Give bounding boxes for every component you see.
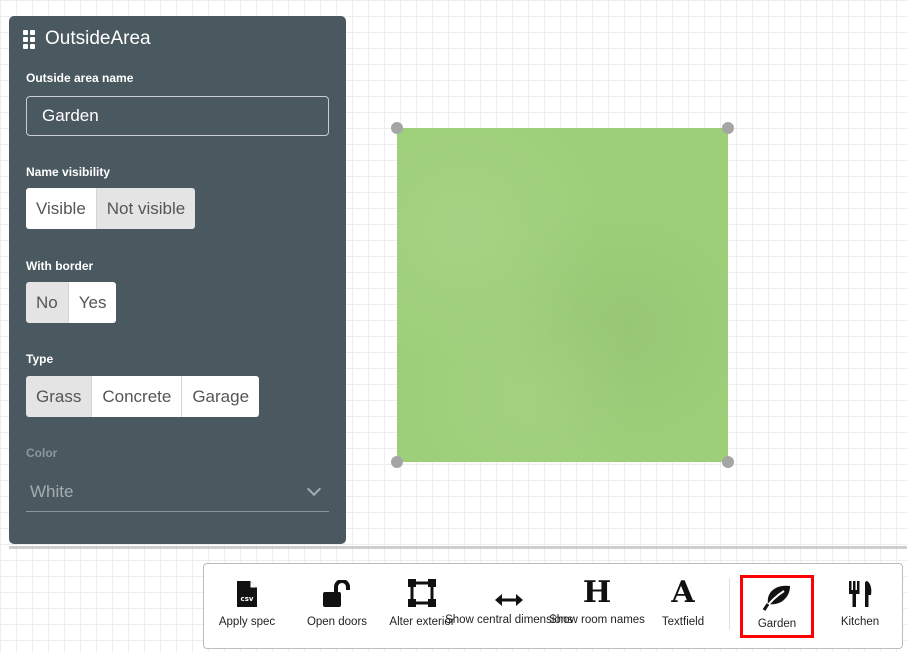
- outside-area-panel: OutsideArea Outside area name Name visib…: [9, 16, 346, 544]
- border-toggle: No Yes: [26, 282, 117, 323]
- type-concrete-button[interactable]: Concrete: [92, 376, 183, 417]
- type-label: Type: [26, 352, 54, 366]
- garden-button[interactable]: Garden: [740, 575, 814, 638]
- resize-handle-top-right[interactable]: [722, 122, 734, 134]
- garden-label: Garden: [757, 618, 797, 630]
- apply-spec-button[interactable]: csv Apply spec: [212, 564, 282, 648]
- leaf-icon: [762, 584, 792, 612]
- bottom-toolbar: csv Apply spec Open doors Alter exterior: [203, 563, 903, 649]
- drag-handle-icon[interactable]: [23, 29, 35, 49]
- color-select-value: White: [30, 481, 74, 501]
- garden-area-shape[interactable]: [397, 128, 728, 462]
- visibility-visible-button[interactable]: Visible: [26, 188, 97, 229]
- alter-exterior-button[interactable]: Alter exterior: [384, 564, 460, 648]
- textfield-button[interactable]: A Textfield: [652, 564, 714, 648]
- visibility-label: Name visibility: [26, 165, 111, 179]
- fork-knife-icon: [847, 568, 873, 608]
- resize-handle-bottom-left[interactable]: [391, 456, 403, 468]
- border-yes-button[interactable]: Yes: [68, 282, 117, 323]
- canvas-divider: [9, 546, 907, 549]
- svg-text:csv: csv: [241, 595, 254, 603]
- letter-a-icon: A: [671, 575, 695, 610]
- type-garage-button[interactable]: Garage: [182, 376, 260, 417]
- unlocked-padlock-icon: [322, 568, 352, 608]
- border-label: With border: [26, 259, 94, 273]
- show-room-names-label: Show room names: [549, 614, 645, 626]
- type-toggle: Grass Concrete Garage: [26, 376, 260, 417]
- textfield-label: Textfield: [661, 616, 705, 628]
- resize-handle-bottom-right[interactable]: [722, 456, 734, 468]
- type-grass-button[interactable]: Grass: [26, 376, 93, 417]
- visibility-toggle: Visible Not visible: [26, 188, 196, 229]
- show-room-names-button[interactable]: H Show room names: [549, 564, 645, 648]
- kitchen-label: Kitchen: [840, 616, 880, 628]
- letter-h-icon: H: [582, 575, 612, 610]
- panel-header: OutsideArea: [23, 28, 151, 50]
- show-central-dimensions-button[interactable]: Show central dimensions: [445, 564, 573, 648]
- color-label: Color: [26, 446, 58, 460]
- kitchen-button[interactable]: Kitchen: [828, 564, 892, 648]
- toolbar-separator: [729, 578, 730, 630]
- color-select[interactable]: White: [26, 472, 329, 512]
- outside-area-name-input[interactable]: [26, 96, 329, 136]
- horizontal-arrows-icon: [494, 568, 524, 608]
- name-label: Outside area name: [26, 71, 134, 85]
- visibility-not-visible-button[interactable]: Not visible: [96, 188, 196, 229]
- border-no-button[interactable]: No: [26, 282, 69, 323]
- resize-handle-top-left[interactable]: [391, 122, 403, 134]
- apply-spec-label: Apply spec: [218, 616, 276, 628]
- csv-file-icon: csv: [236, 568, 258, 608]
- open-doors-button[interactable]: Open doors: [298, 564, 376, 648]
- resize-square-icon: [407, 568, 437, 608]
- open-doors-label: Open doors: [306, 616, 368, 628]
- panel-title: OutsideArea: [45, 28, 151, 49]
- chevron-down-icon: [306, 481, 322, 497]
